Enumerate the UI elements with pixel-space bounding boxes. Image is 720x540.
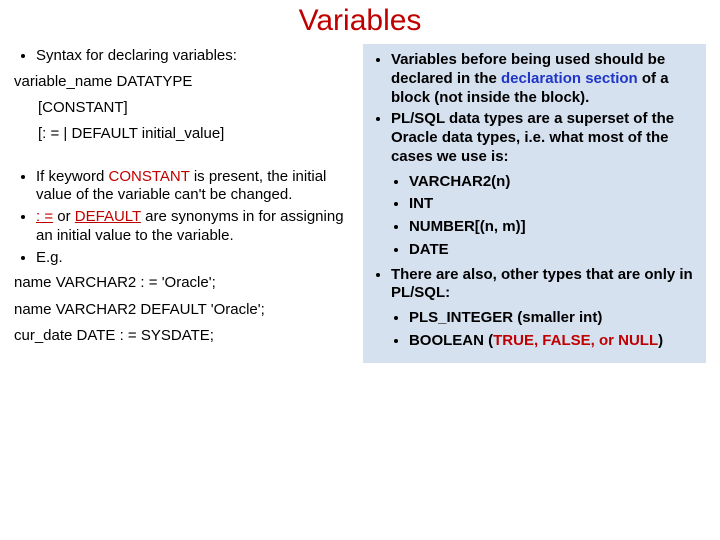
syntax-line-3: [: = | DEFAULT initial_value] (38, 124, 357, 144)
left-bullet-syntax-intro: Syntax for declaring variables: (36, 47, 357, 66)
example-line-1: name VARCHAR2 : = 'Oracle'; (14, 273, 357, 293)
right-bullet-declare: Variables before being used should be de… (391, 51, 700, 107)
left-bullet-default: : = or DEFAULT are synonyms in for assig… (36, 208, 357, 246)
keyword-assign: : = (36, 208, 53, 225)
type-number: NUMBER[(n, m)] (409, 218, 700, 237)
left-bullet-eg: E.g. (36, 249, 357, 268)
right-bullet-plsql-only: There are also, other types that are onl… (391, 266, 700, 304)
text-fragment: or (53, 208, 75, 225)
text-fragment: BOOLEAN ( (409, 332, 493, 349)
left-column: Syntax for declaring variables: variable… (14, 44, 357, 363)
two-column-layout: Syntax for declaring variables: variable… (14, 44, 706, 363)
type-int: INT (409, 195, 700, 214)
type-pls-integer: PLS_INTEGER (smaller int) (409, 309, 700, 328)
right-column: Variables before being used should be de… (363, 44, 706, 363)
slide: Variables Syntax for declaring variables… (0, 4, 720, 540)
syntax-line-2: [CONSTANT] (38, 98, 357, 118)
keyword-default: DEFAULT (75, 208, 141, 225)
emphasis-declaration-section: declaration section (501, 70, 638, 87)
right-bullet-superset: PL/SQL data types are a superset of the … (391, 110, 700, 166)
type-boolean: BOOLEAN (TRUE, FALSE, or NULL) (409, 332, 700, 351)
text-fragment: ) (658, 332, 663, 349)
keyword-constant: CONSTANT (109, 168, 190, 185)
boolean-values: TRUE, FALSE, or NULL (493, 332, 658, 349)
left-bullet-constant: If keyword CONSTANT is present, the init… (36, 168, 357, 206)
type-date: DATE (409, 241, 700, 260)
slide-title: Variables (14, 4, 706, 38)
syntax-line-1: variable_name DATATYPE (14, 72, 357, 92)
example-line-2: name VARCHAR2 DEFAULT 'Oracle'; (14, 300, 357, 320)
type-varchar2: VARCHAR2(n) (409, 173, 700, 192)
text-fragment: If keyword (36, 168, 109, 185)
example-line-3: cur_date DATE : = SYSDATE; (14, 326, 357, 346)
